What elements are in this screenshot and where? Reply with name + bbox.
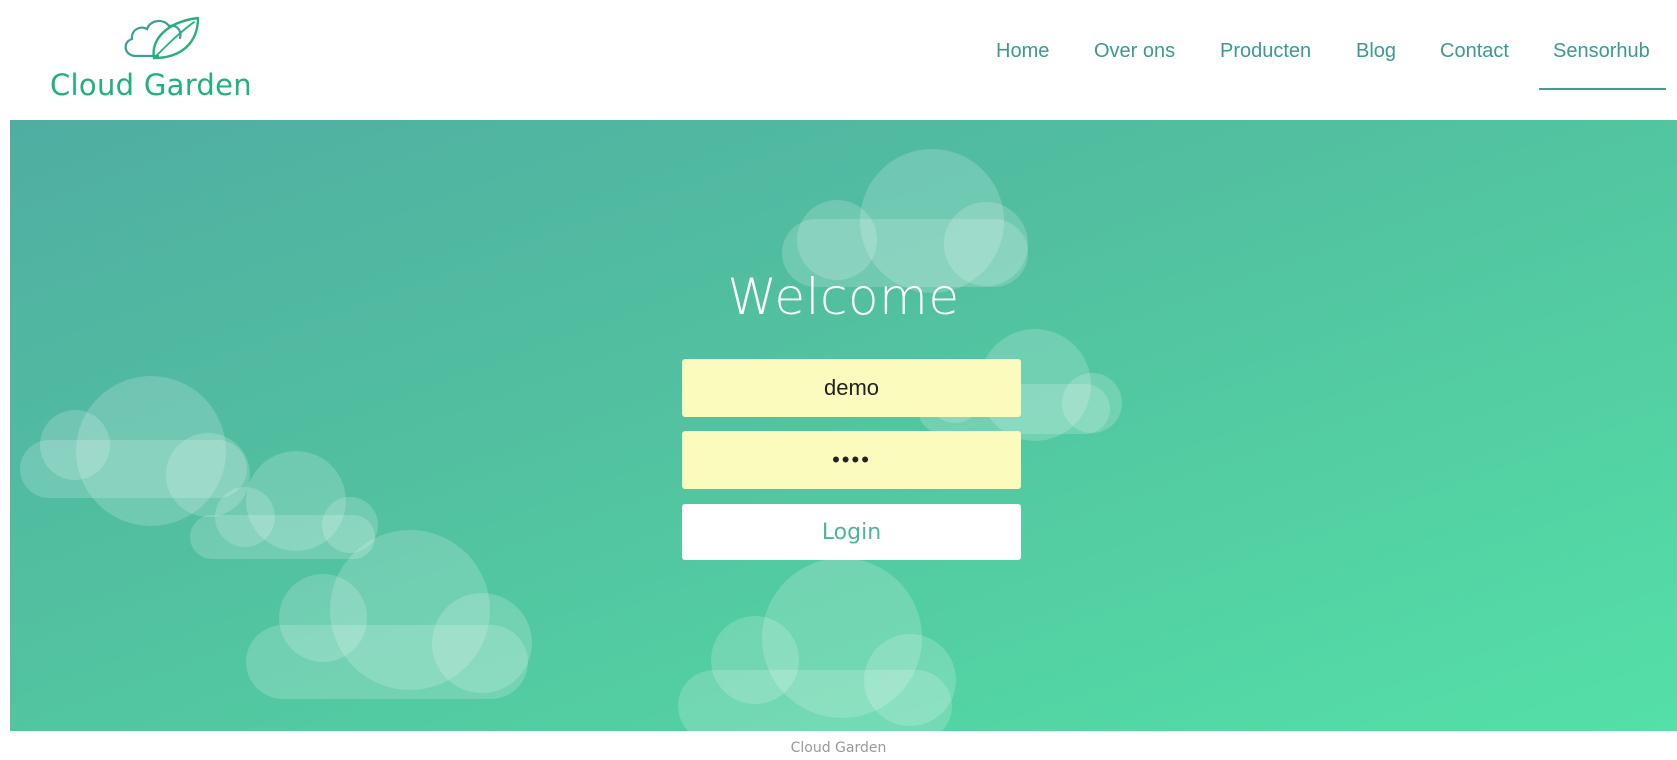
- nav-producten[interactable]: Producten: [1220, 40, 1311, 63]
- footer-text: Cloud Garden: [790, 740, 887, 756]
- nav-sensorhub[interactable]: Sensorhub: [1553, 40, 1650, 63]
- welcome-heading: Welcome: [727, 268, 960, 326]
- login-hero: Welcome Login: [10, 120, 1677, 731]
- nav-home[interactable]: Home: [996, 40, 1049, 63]
- cloud-icon: [20, 376, 250, 526]
- nav-over-ons[interactable]: Over ons: [1094, 40, 1175, 63]
- password-field[interactable]: [682, 431, 1021, 489]
- login-button[interactable]: Login: [682, 504, 1021, 560]
- nav-blog[interactable]: Blog: [1356, 40, 1396, 63]
- active-nav-indicator: [1539, 88, 1666, 90]
- page: Cloud Garden Home Over ons Producten Blo…: [0, 0, 1677, 760]
- main-nav: Home Over ons Producten Blog Contact Sen…: [0, 0, 1677, 120]
- cloud-background: [20, 149, 1122, 731]
- site-header: Cloud Garden Home Over ons Producten Blo…: [0, 0, 1677, 120]
- cloud-icon: [678, 558, 956, 731]
- nav-contact[interactable]: Contact: [1440, 40, 1509, 63]
- username-field[interactable]: [682, 359, 1021, 417]
